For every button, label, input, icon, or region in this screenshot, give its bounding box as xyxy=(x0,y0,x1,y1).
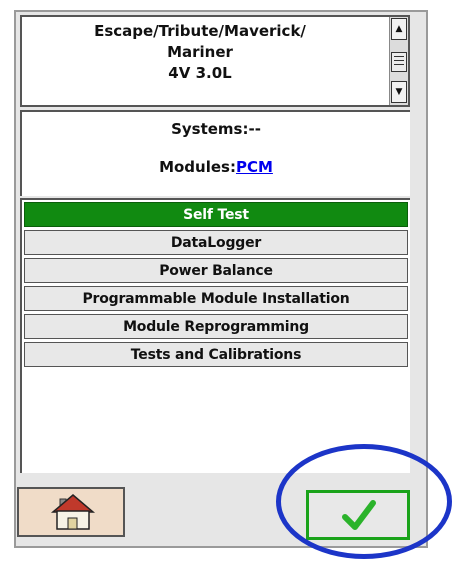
menu-item-programmable-module-installation[interactable]: Programmable Module Installation xyxy=(24,286,408,311)
vehicle-line-2: Mariner xyxy=(167,43,233,61)
scroll-down-icon[interactable]: ▼ xyxy=(391,81,407,103)
highlight-oval xyxy=(276,444,452,559)
menu-item-power-balance[interactable]: Power Balance xyxy=(24,258,408,283)
systems-label: Systems:-- xyxy=(171,120,261,138)
modules-row: Modules:PCM xyxy=(22,158,410,176)
scroll-up-icon[interactable]: ▲ xyxy=(391,18,407,40)
scroll-thumb[interactable] xyxy=(391,52,407,72)
vehicle-line-1: Escape/Tribute/Maverick/ xyxy=(94,22,306,40)
vehicle-info-panel: Escape/Tribute/Maverick/ Mariner 4V 3.0L… xyxy=(20,15,410,107)
home-icon xyxy=(50,494,96,530)
vehicle-line-3: 4V 3.0L xyxy=(168,64,232,82)
function-menu-panel: Self Test DataLogger Power Balance Progr… xyxy=(20,198,410,473)
function-menu-list: Self Test DataLogger Power Balance Progr… xyxy=(24,202,408,370)
vehicle-scrollbar[interactable]: ▲ ▼ xyxy=(389,17,408,105)
menu-item-module-reprogramming[interactable]: Module Reprogramming xyxy=(24,314,408,339)
systems-modules-panel: Systems:-- Modules:PCM xyxy=(20,110,410,196)
modules-label: Modules: xyxy=(159,158,236,176)
menu-item-datalogger[interactable]: DataLogger xyxy=(24,230,408,255)
vehicle-description: Escape/Tribute/Maverick/ Mariner 4V 3.0L xyxy=(22,21,378,84)
pcm-module-link[interactable]: PCM xyxy=(236,158,273,176)
home-button[interactable] xyxy=(17,487,125,537)
menu-item-tests-and-calibrations[interactable]: Tests and Calibrations xyxy=(24,342,408,367)
menu-item-self-test[interactable]: Self Test xyxy=(24,202,408,227)
